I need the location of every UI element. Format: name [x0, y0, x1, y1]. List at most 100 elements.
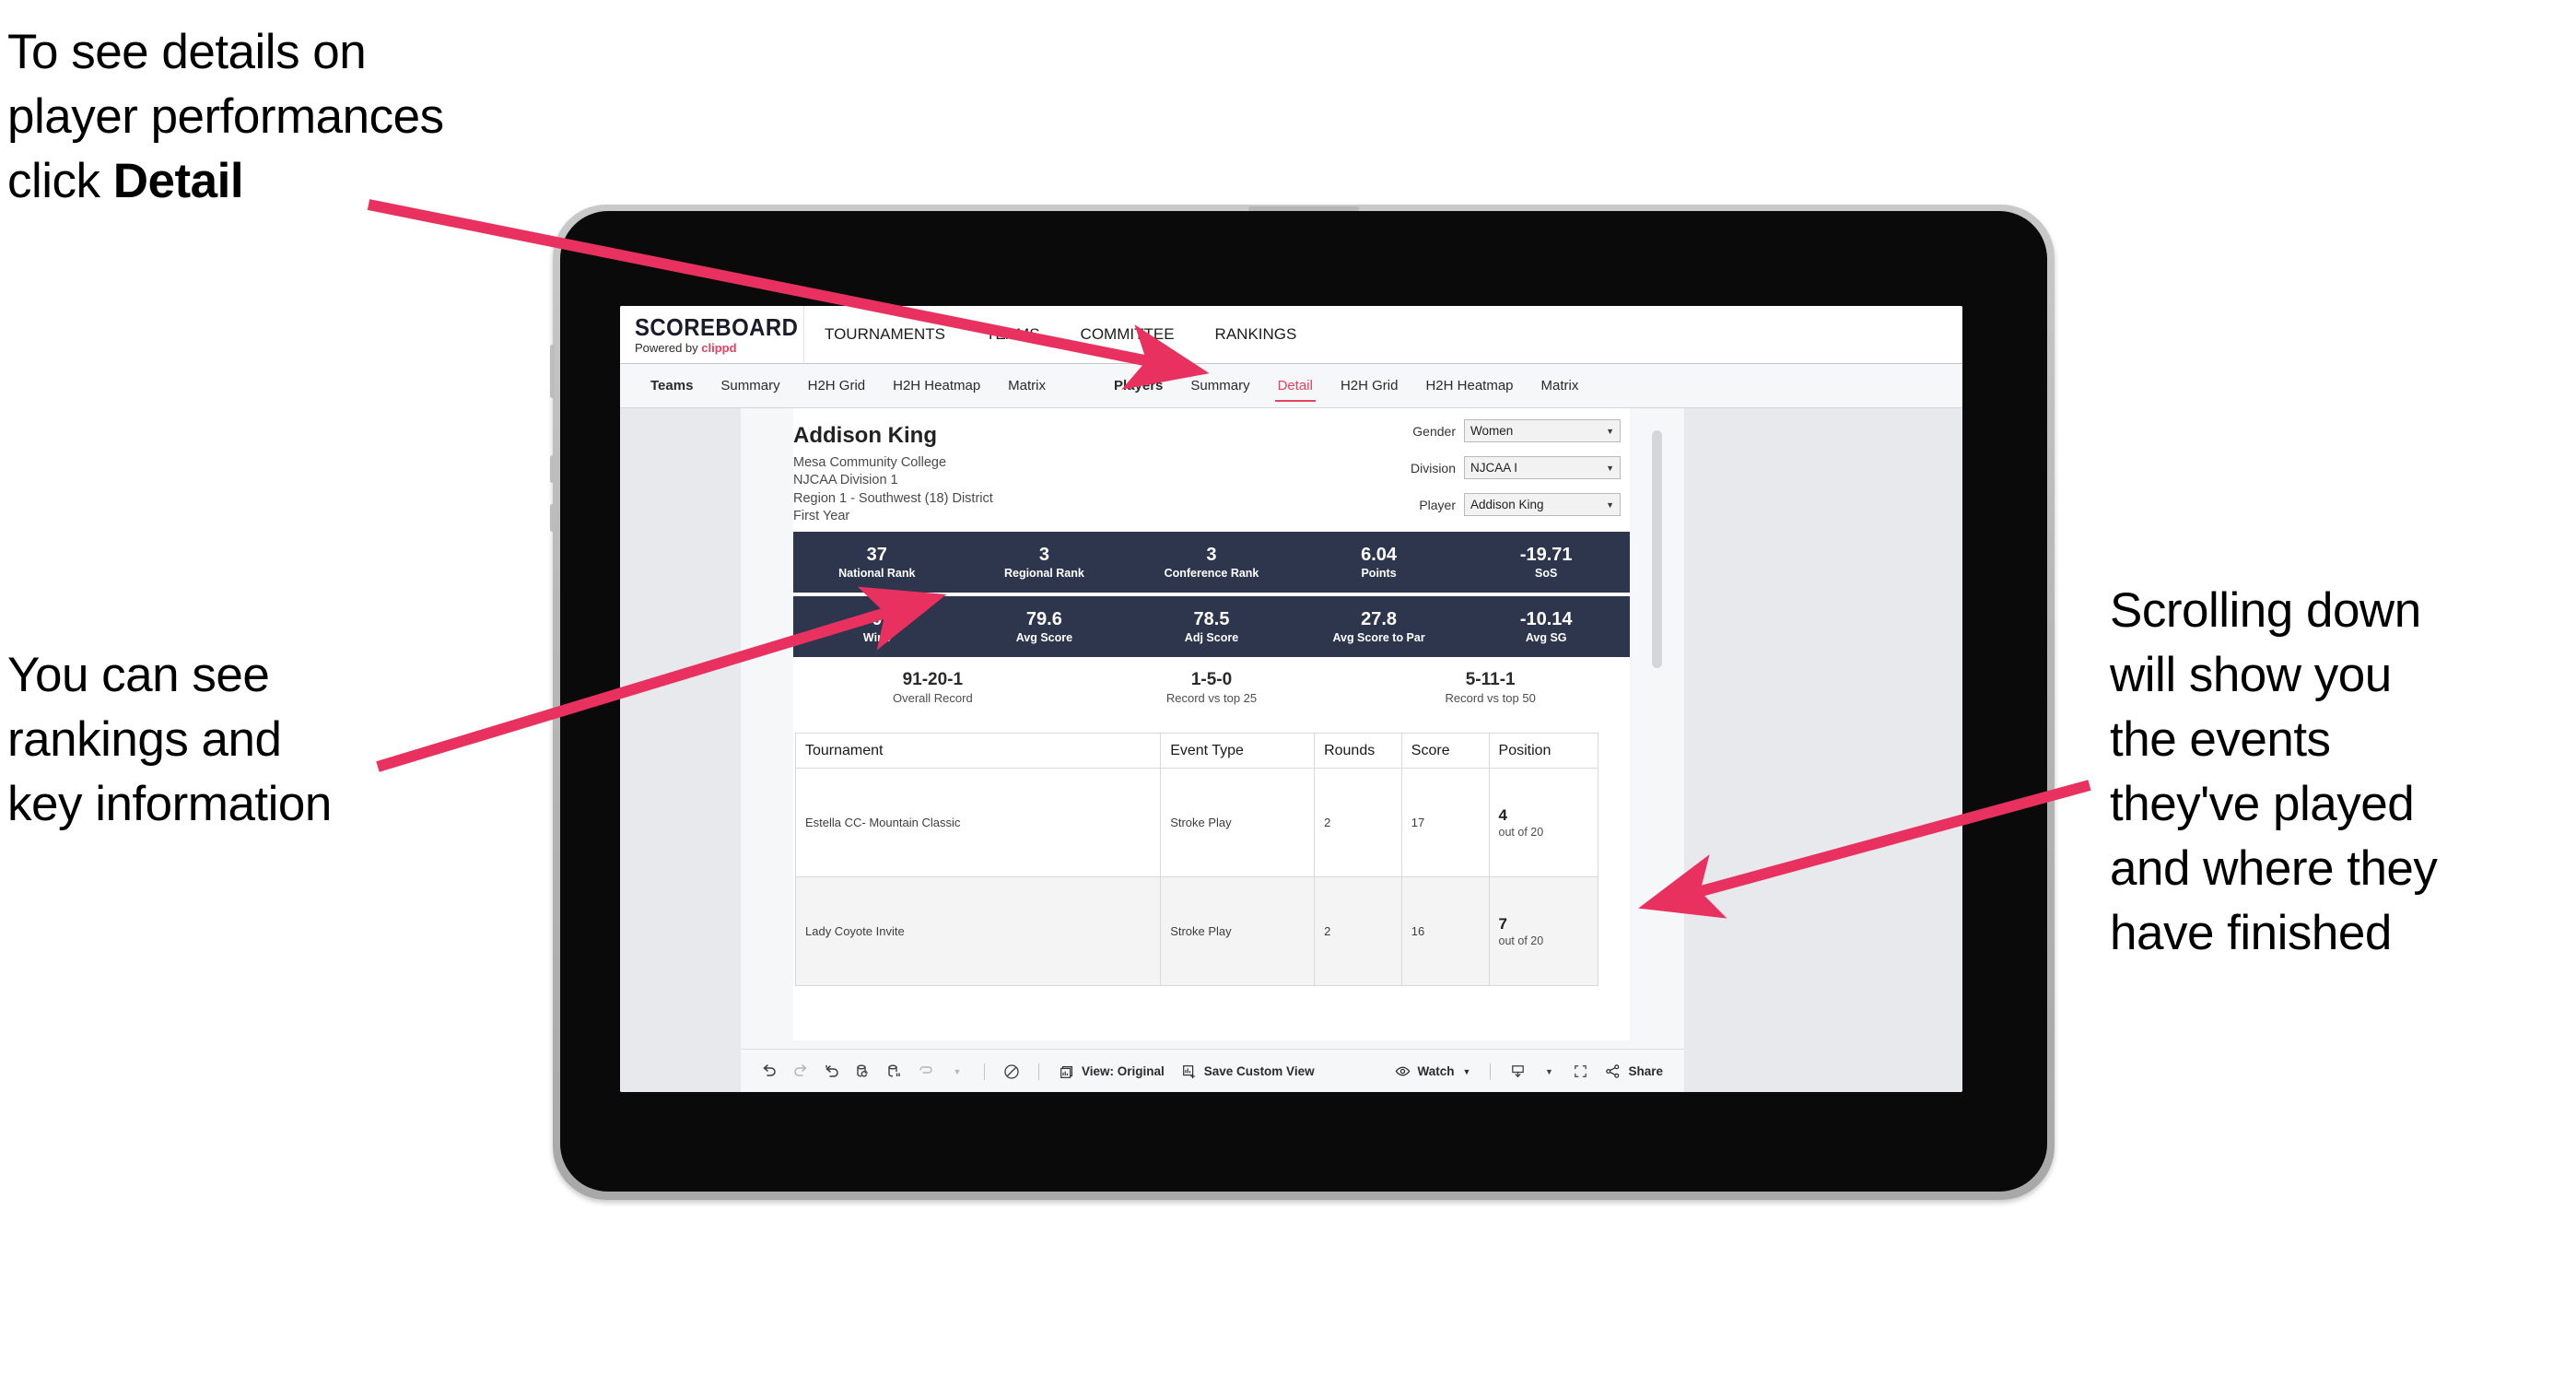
record-label: Overall Record — [892, 690, 973, 705]
topnav-item-tournaments[interactable]: TOURNAMENTS — [804, 306, 966, 363]
subnav-item-players-h2h-heatmap[interactable]: H2H Heatmap — [1411, 364, 1527, 408]
position-number: 4 — [1498, 806, 1507, 825]
annotation-right: Scrolling down will show you the events … — [2110, 583, 2438, 960]
stat-band-scoring: 0 Wins 79.6 Avg Score 78.5 Adj Score 27.… — [793, 596, 1630, 657]
position-outof: out of 20 — [1498, 825, 1544, 839]
stat-value: 3 — [1206, 544, 1217, 565]
filter-row-gender: Gender Women ▼ — [1326, 419, 1621, 442]
view-original-label: View: Original — [1082, 1064, 1165, 1078]
annotation-mid-left: You can see rankings and key information — [7, 648, 332, 831]
table-row[interactable]: Estella CC- Mountain Classic Stroke Play… — [794, 768, 1599, 877]
stat-points: 6.04 Points — [1295, 545, 1463, 581]
viz-vertical-scrollbar[interactable] — [1652, 430, 1662, 668]
subnav-item-players-summary[interactable]: Summary — [1177, 364, 1263, 408]
column-header-score[interactable]: Score — [1400, 733, 1490, 769]
record-overall: 91-20-1 Overall Record — [793, 670, 1072, 706]
subnav-item-teams[interactable]: Teams — [637, 364, 707, 408]
tablet-side-button-2[interactable] — [550, 504, 555, 532]
viz-sheet: Addison King Mesa Community College NJCA… — [741, 408, 1684, 1092]
stat-value: 37 — [866, 544, 887, 565]
save-custom-view-label: Save Custom View — [1203, 1064, 1315, 1078]
pan-dropdown-icon[interactable]: ▼ — [942, 1056, 973, 1087]
stat-label: Conference Rank — [1164, 566, 1259, 580]
filter-value-player: Addison King — [1470, 498, 1544, 511]
stat-label: Avg SG — [1525, 630, 1567, 644]
tablet-side-button-1[interactable] — [550, 455, 555, 483]
share-label: Share — [1628, 1064, 1663, 1078]
cell-position: 4 out of 20 — [1488, 768, 1599, 877]
stat-conference-rank: 3 Conference Rank — [1128, 545, 1295, 581]
show-me-icon[interactable] — [996, 1056, 1027, 1087]
cell-score: 16 — [1400, 876, 1490, 986]
subnav-item-players-detail[interactable]: Detail — [1264, 364, 1327, 408]
download-dropdown-icon[interactable]: ▼ — [1533, 1056, 1564, 1087]
stat-national-rank: 37 National Rank — [793, 545, 961, 581]
revert-icon[interactable] — [816, 1056, 848, 1087]
refresh-data-icon[interactable] — [848, 1056, 879, 1087]
topnav-item-committee[interactable]: COMMITTEE — [1060, 306, 1195, 363]
chevron-down-icon: ▼ — [1462, 1066, 1471, 1076]
cell-rounds: 2 — [1314, 768, 1402, 877]
chevron-down-icon: ▼ — [1606, 463, 1614, 473]
stat-value: 0 — [872, 608, 883, 629]
fullscreen-icon[interactable] — [1564, 1056, 1596, 1087]
stat-band-rankings: 37 National Rank 3 Regional Rank 3 Confe… — [793, 532, 1630, 593]
topnav-item-rankings[interactable]: RANKINGS — [1195, 306, 1317, 363]
cell-position: 7 out of 20 — [1488, 876, 1599, 986]
stat-label: Avg Score to Par — [1332, 630, 1425, 644]
share-button[interactable]: Share — [1596, 1056, 1671, 1087]
subnav-group-players: Players Summary Detail H2H Grid H2H Heat… — [1100, 364, 1592, 408]
sub-navigation-bar: Teams Summary H2H Grid H2H Heatmap Matri… — [620, 364, 1962, 408]
column-header-position[interactable]: Position — [1488, 733, 1599, 769]
filter-select-division[interactable]: NJCAA I ▼ — [1464, 456, 1621, 479]
stat-label: SoS — [1535, 566, 1558, 580]
stat-adj-score: 78.5 Adj Score — [1128, 609, 1295, 645]
subnav-item-teams-summary[interactable]: Summary — [707, 364, 793, 408]
record-row: 91-20-1 Overall Record 1-5-0 Record vs t… — [793, 670, 1630, 706]
view-original-button[interactable]: View: Original — [1050, 1056, 1173, 1087]
filter-select-gender[interactable]: Women ▼ — [1464, 419, 1621, 442]
stat-avg-score: 79.6 Avg Score — [961, 609, 1129, 645]
annotation-top-left: To see details on player performances cl… — [7, 20, 634, 214]
filter-panel: Gender Women ▼ Division NJCAA I ▼ Player… — [1326, 419, 1621, 530]
redo-icon[interactable] — [785, 1056, 816, 1087]
topnav-item-teams[interactable]: TEAMS — [966, 306, 1060, 363]
toolbar-separator — [984, 1063, 985, 1080]
save-custom-view-button[interactable]: Save Custom View — [1173, 1056, 1323, 1087]
filter-row-player: Player Addison King ▼ — [1326, 493, 1621, 516]
download-icon[interactable] — [1502, 1056, 1533, 1087]
undo-icon[interactable] — [754, 1056, 785, 1087]
subnav-item-players-matrix[interactable]: Matrix — [1528, 364, 1593, 408]
chevron-down-icon: ▼ — [1606, 426, 1614, 436]
record-vs-top-25: 1-5-0 Record vs top 25 — [1072, 670, 1352, 706]
tablet-volume-button[interactable] — [550, 345, 555, 398]
record-value: 5-11-1 — [1465, 670, 1516, 689]
viz-content-area: Addison King Mesa Community College NJCA… — [793, 408, 1630, 1040]
scoreboard-logo[interactable]: SCOREBOARD Powered by clippd — [620, 306, 804, 363]
column-header-tournament[interactable]: Tournament — [794, 733, 1162, 769]
subnav-item-teams-matrix[interactable]: Matrix — [994, 364, 1060, 408]
pan-icon[interactable] — [910, 1056, 942, 1087]
pause-auto-update-icon[interactable] — [879, 1056, 910, 1087]
record-label: Record vs top 50 — [1445, 690, 1536, 705]
record-label: Record vs top 25 — [1165, 690, 1258, 705]
record-value: 91-20-1 — [902, 670, 964, 689]
stat-label: Adj Score — [1184, 630, 1239, 644]
filter-select-player[interactable]: Addison King ▼ — [1464, 493, 1621, 516]
stat-value: -10.14 — [1519, 608, 1573, 629]
stat-avg-score-to-par: 27.8 Avg Score to Par — [1295, 609, 1463, 645]
filter-label-player: Player — [1419, 497, 1456, 512]
filter-value-division: NJCAA I — [1470, 461, 1518, 475]
toolbar-separator — [1490, 1063, 1492, 1080]
cell-rounds: 2 — [1314, 876, 1402, 986]
subnav-item-players[interactable]: Players — [1100, 364, 1177, 408]
subnav-item-players-h2h-grid[interactable]: H2H Grid — [1327, 364, 1412, 408]
column-header-rounds[interactable]: Rounds — [1314, 733, 1402, 769]
column-header-event-type[interactable]: Event Type — [1160, 733, 1316, 769]
watch-button[interactable]: Watch ▼ — [1386, 1056, 1480, 1087]
table-row[interactable]: Lady Coyote Invite Stroke Play 2 16 7 ou… — [794, 876, 1599, 986]
toolbar-separator — [1038, 1063, 1039, 1080]
subnav-item-teams-h2h-heatmap[interactable]: H2H Heatmap — [879, 364, 994, 408]
stat-wins: 0 Wins — [793, 609, 961, 645]
subnav-item-teams-h2h-grid[interactable]: H2H Grid — [794, 364, 880, 408]
